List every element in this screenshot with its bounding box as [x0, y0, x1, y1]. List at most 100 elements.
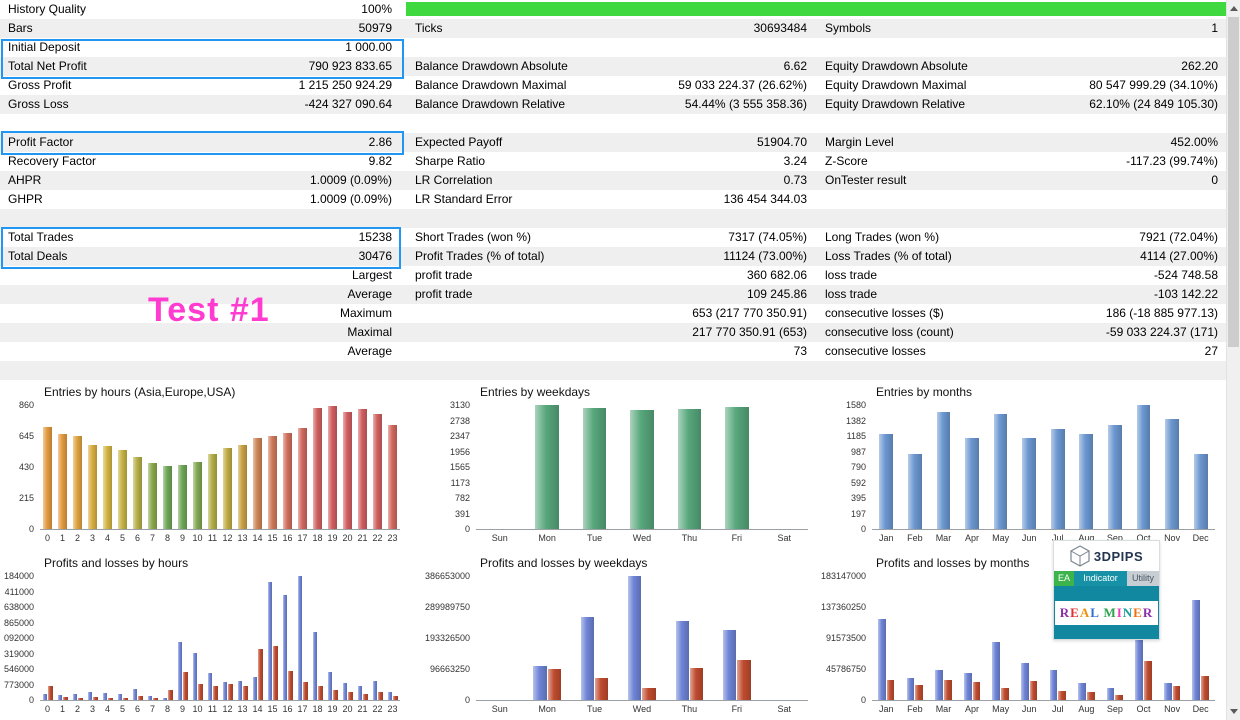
- chart-slot: [958, 405, 987, 529]
- chart-bar: [1165, 419, 1179, 529]
- chart-bar: [689, 668, 704, 700]
- y-axis-label: 1956: [449, 447, 470, 457]
- charts-area: Entries by hours (Asia,Europe,USA) 860 645…: [0, 0, 1227, 720]
- y-axis-label: 289989750: [424, 602, 470, 612]
- chart-slot: [220, 576, 235, 700]
- y-axis-label: 592: [850, 478, 866, 488]
- cube-icon: [1070, 545, 1090, 567]
- chart-slot: [355, 576, 370, 700]
- chart-slot: [280, 405, 295, 529]
- chart-bar: [177, 642, 182, 700]
- x-axis-label: 23: [387, 533, 398, 543]
- plot-area: [872, 405, 1215, 530]
- vertical-scrollbar[interactable]: [1226, 0, 1240, 720]
- chart-slot: [175, 405, 190, 529]
- x-axis-label: 11: [207, 704, 218, 714]
- chart-slot: [190, 576, 205, 700]
- logo-strip-indicator: Indicator: [1074, 571, 1127, 586]
- x-axis-label: 2: [74, 704, 80, 714]
- chart-bar: [192, 462, 203, 529]
- y-axis-label: 137360250: [820, 602, 866, 612]
- chart-bar: [72, 436, 83, 529]
- y-axis-label: 411000: [4, 587, 34, 597]
- chart-bar: [915, 685, 924, 700]
- chart-bar: [677, 409, 702, 529]
- x-axis-label: Feb: [907, 533, 923, 543]
- chart-slot: [872, 576, 901, 700]
- chart-slot: [265, 576, 280, 700]
- chart-bar: [327, 406, 338, 529]
- chart-bar: [1029, 681, 1038, 700]
- x-axis-label: 16: [282, 704, 293, 714]
- chart-title: Entries by weekdays: [480, 385, 591, 399]
- x-axis-label: 5: [119, 704, 125, 714]
- chart-slot: [1186, 405, 1215, 529]
- chart-slot: [370, 405, 385, 529]
- x-axis-label: 3: [89, 704, 95, 714]
- chart-slot: [175, 576, 190, 700]
- chart-bar: [327, 672, 332, 700]
- y-axis-label: 2347: [449, 431, 470, 441]
- chart-bar: [42, 427, 53, 529]
- chart-slot: [713, 576, 760, 700]
- chart-bar: [723, 630, 737, 700]
- y-axis-label: 1382: [845, 416, 866, 426]
- y-axis-label: 790: [850, 462, 866, 472]
- chart-bar: [57, 695, 62, 700]
- chart-bar: [222, 682, 227, 700]
- chart-slot: [295, 405, 310, 529]
- chart-slot: [1072, 405, 1101, 529]
- x-axis-labels: Jan Feb Mar Apr May Jun Jul Aug Sep Oct Nov Dec: [872, 704, 1215, 716]
- y-axis-label: 1565: [449, 462, 470, 472]
- y-axis-label: 1580: [845, 400, 866, 410]
- chart-slot: [85, 576, 100, 700]
- x-axis-labels: Sun Mon Tue Wed Thu Fri Sat: [476, 533, 808, 545]
- y-axis-label: 430: [18, 462, 34, 472]
- chart-slot: [250, 405, 265, 529]
- x-axis-label: Jun: [1021, 533, 1037, 543]
- chart-bar: [168, 690, 173, 700]
- chart-slot: [618, 405, 665, 529]
- chart-bar: [243, 686, 248, 700]
- chart-bar: [147, 696, 152, 700]
- chart-bar: [372, 414, 383, 529]
- real-miner-letter: A: [1079, 604, 1091, 620]
- chart-profits-and-losses-by-months: Profits and losses by months 183147000 137…: [820, 556, 1227, 720]
- y-axis-label: 860: [18, 400, 34, 410]
- chart-slot: [476, 405, 523, 529]
- chart-bar: [153, 698, 158, 700]
- chart-title: Entries by hours (Asia,Europe,USA): [44, 385, 236, 399]
- chart-bar: [1193, 454, 1208, 529]
- x-axis-label: 1: [59, 533, 65, 543]
- x-axis-label: 23: [387, 704, 398, 714]
- chart-slot: [571, 405, 618, 529]
- chart-title: Profits and losses by weekdays: [480, 556, 648, 570]
- x-axis-label: 21: [357, 533, 368, 543]
- scroll-up-button[interactable]: [1227, 0, 1240, 17]
- chart-bar: [138, 696, 143, 700]
- chart-bar: [936, 412, 951, 529]
- chart-slot: [130, 405, 145, 529]
- chart-bar: [42, 694, 47, 700]
- chart-slot: [355, 405, 370, 529]
- x-axis-label: 7: [149, 533, 155, 543]
- chart-bar: [252, 677, 257, 700]
- x-axis-label: 14: [252, 533, 263, 543]
- chart-bar: [198, 684, 203, 700]
- scrollbar-thumb[interactable]: [1228, 17, 1239, 347]
- real-miner-letter: N: [1122, 604, 1134, 620]
- chart-bar: [222, 448, 233, 529]
- chart-bar: [935, 670, 943, 700]
- x-axis-label: Mon: [538, 704, 556, 714]
- chart-bar: [547, 669, 561, 700]
- y-axis-label: 215: [18, 493, 34, 503]
- y-axis-label: 987: [850, 447, 866, 457]
- chart-bar: [78, 698, 83, 700]
- chart-bar: [93, 697, 98, 700]
- x-axis-label: 9: [179, 533, 185, 543]
- x-axis-label: Feb: [907, 704, 923, 714]
- x-axis-label: 0: [44, 533, 50, 543]
- x-axis-label: 19: [327, 704, 338, 714]
- x-axis-label: 17: [297, 704, 308, 714]
- scroll-down-button[interactable]: [1227, 703, 1240, 720]
